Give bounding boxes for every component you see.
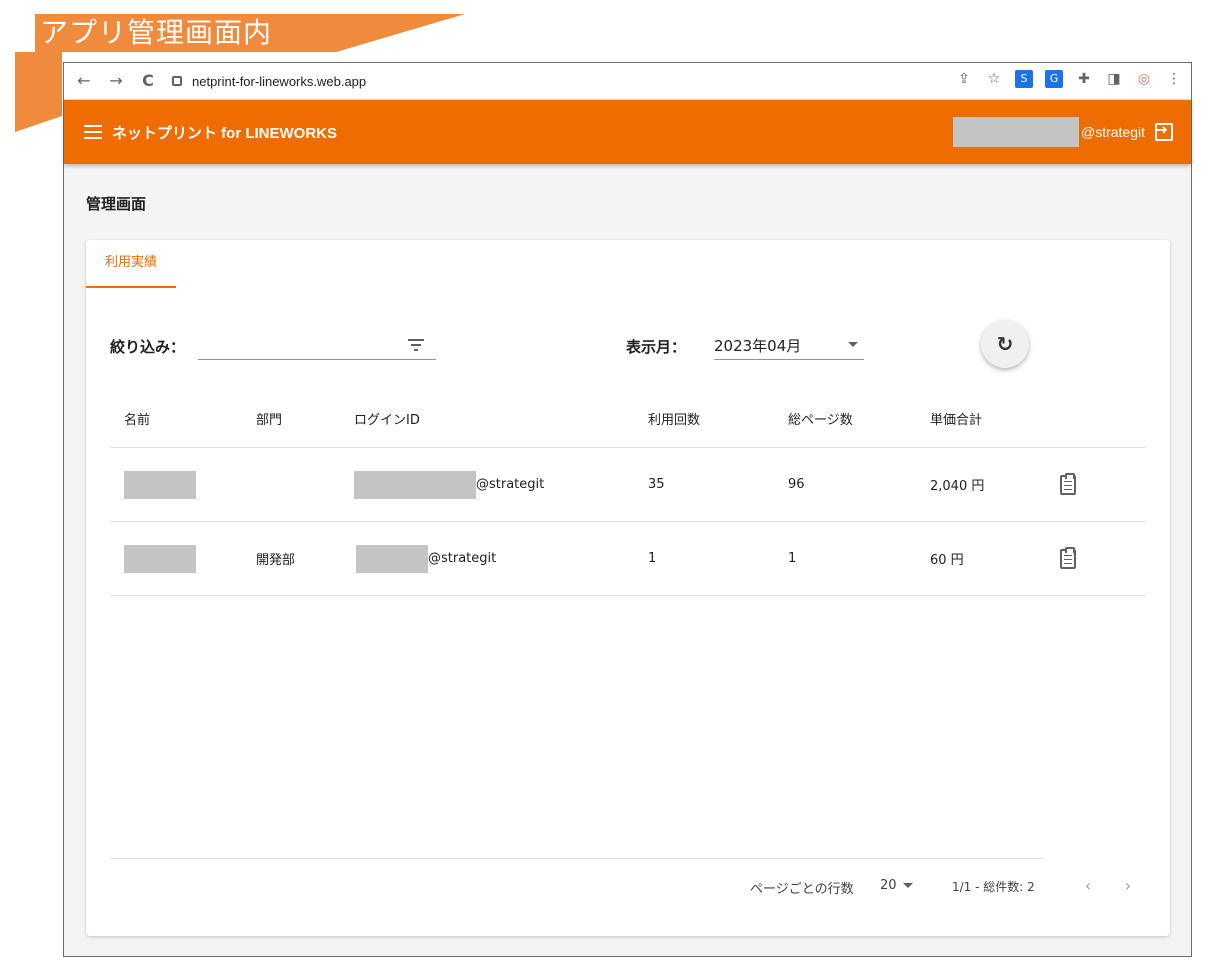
header-name[interactable]: 名前 — [124, 390, 150, 447]
extension-icons: ⇪ ☆ S G ✚ ◨ ◎ ⋮ — [955, 70, 1183, 88]
price-cell: 2,040 円 — [930, 479, 985, 494]
bookmark-star-icon[interactable]: ☆ — [985, 70, 1003, 88]
filter-icon[interactable] — [408, 339, 424, 351]
banner-title: アプリ管理画面内 — [40, 16, 273, 49]
month-select[interactable]: 2023年04月 — [714, 328, 864, 360]
login-cell: @strategit — [354, 448, 544, 521]
details-cell — [1060, 522, 1076, 595]
redacted-username — [952, 117, 1079, 147]
lock-icon — [172, 76, 182, 86]
month-value: 2023年04月 — [714, 337, 802, 355]
page-title: 管理画面 — [86, 195, 147, 213]
clipboard-icon[interactable] — [1060, 472, 1076, 495]
rows-per-page-label: ページごとの行数 — [750, 882, 854, 897]
footer-divider — [110, 858, 1044, 859]
login-domain: @strategit — [428, 551, 497, 566]
back-icon[interactable]: ← — [74, 70, 94, 92]
login-domain: @strategit — [476, 477, 545, 492]
user-domain: @strategit — [1080, 124, 1145, 140]
pagination-footer: ページごとの行数 20 1/1 - 総件数: 2 ‹ › — [110, 858, 1146, 918]
header-login-id[interactable]: ログインID — [354, 390, 420, 447]
rows-per-page-value: 20 — [880, 878, 897, 893]
filter-input[interactable] — [198, 328, 436, 360]
total-pages-cell: 96 — [788, 477, 805, 492]
refresh-button[interactable]: ↻ — [981, 320, 1029, 368]
pagination-range: 1/1 - 総件数: 2 — [952, 880, 1035, 894]
banner-tail — [15, 52, 62, 132]
logout-icon[interactable] — [1154, 120, 1173, 141]
dept-cell: 開発部 — [256, 553, 296, 568]
hamburger-menu-icon[interactable] — [84, 125, 102, 139]
price-cell: 60 円 — [930, 553, 964, 568]
table-row: 開発部 @strategit 1 1 60 円 — [110, 522, 1146, 596]
browser-window: ← → C netprint-for-lineworks.web.app ⇪ ☆… — [63, 62, 1192, 957]
month-label: 表示月： — [626, 338, 687, 356]
next-page-icon[interactable]: › — [1116, 874, 1140, 898]
app-title: ネットプリント for LINEWORKS — [112, 124, 337, 142]
total-pages-cell: 1 — [788, 551, 797, 566]
redacted-login-id — [354, 470, 476, 499]
profile-icon[interactable]: ◎ — [1135, 70, 1153, 88]
chevron-down-icon — [848, 342, 858, 347]
side-panel-icon[interactable]: ◨ — [1105, 70, 1123, 88]
rows-per-page-select[interactable]: 20 — [880, 878, 913, 893]
name-cell — [124, 448, 196, 521]
forward-icon[interactable]: → — [106, 70, 126, 92]
name-cell — [124, 522, 196, 595]
extension-s-icon[interactable]: S — [1015, 70, 1033, 88]
usage-count-cell: 35 — [648, 477, 665, 492]
extensions-puzzle-icon[interactable]: ✚ — [1075, 70, 1093, 88]
app-header: ネットプリント for LINEWORKS @strategit — [64, 100, 1191, 164]
url-field[interactable]: netprint-for-lineworks.web.app — [172, 69, 972, 93]
table-row: @strategit 35 96 2,040 円 — [110, 448, 1146, 522]
login-cell: @strategit — [356, 522, 496, 595]
address-bar: ← → C netprint-for-lineworks.web.app ⇪ ☆… — [64, 63, 1191, 100]
table-header-row: 名前 部門 ログインID 利用回数 総ページ数 単価合計 — [110, 390, 1146, 448]
clipboard-icon[interactable] — [1060, 546, 1076, 569]
header-total-pages[interactable]: 総ページ数 — [788, 390, 853, 447]
usage-card: 利用実績 絞り込み： 表示月： 2023年04月 ↻ 名前 部門 ログインID … — [86, 240, 1170, 936]
redacted-login-id — [356, 544, 428, 573]
usage-table: 名前 部門 ログインID 利用回数 総ページ数 単価合計 @strategit … — [110, 390, 1146, 596]
details-cell — [1060, 448, 1076, 521]
reload-icon[interactable]: C — [138, 70, 158, 92]
user-area: @strategit — [952, 117, 1173, 147]
header-unit-price-total[interactable]: 単価合計 — [930, 390, 982, 447]
redacted-name — [124, 470, 196, 499]
share-icon[interactable]: ⇪ — [955, 70, 973, 88]
prev-page-icon[interactable]: ‹ — [1076, 874, 1100, 898]
filter-label: 絞り込み： — [110, 338, 186, 356]
usage-count-cell: 1 — [648, 551, 657, 566]
browser-menu-icon[interactable]: ⋮ — [1165, 70, 1183, 88]
chevron-down-icon — [902, 883, 913, 888]
url-text: netprint-for-lineworks.web.app — [192, 73, 367, 89]
header-usage-count[interactable]: 利用回数 — [648, 390, 700, 447]
redacted-name — [124, 544, 196, 573]
header-dept[interactable]: 部門 — [256, 390, 282, 447]
translate-icon[interactable]: G — [1045, 70, 1063, 88]
tab-usage-history[interactable]: 利用実績 — [86, 240, 176, 288]
